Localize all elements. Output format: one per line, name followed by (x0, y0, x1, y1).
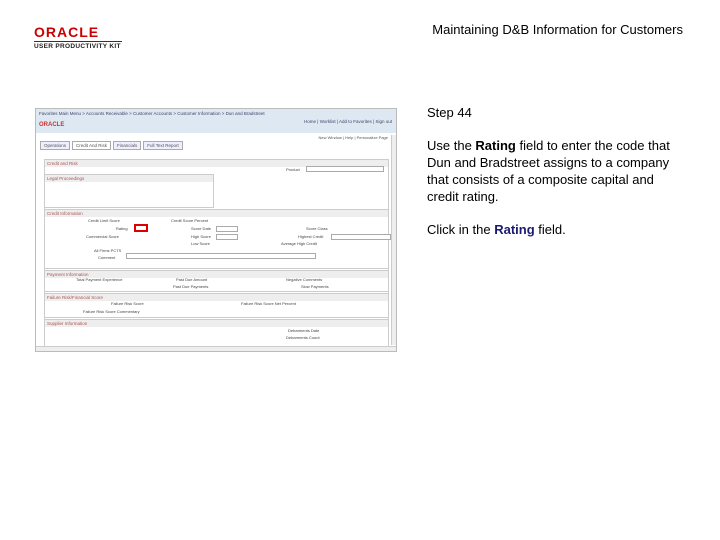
text: Click in the (427, 222, 495, 237)
score-date-field[interactable] (216, 226, 238, 232)
application-screenshot: Favorites Main Menu > Accounts Receivabl… (35, 108, 397, 352)
step-action: Click in the Rating field. (427, 221, 687, 238)
section-header: Legal Proceedings (45, 175, 213, 182)
field-name: Rating (494, 222, 535, 237)
app-logo: ORACLE (39, 122, 65, 128)
label: All Firms PCTS (94, 248, 122, 253)
vertical-scrollbar[interactable] (391, 135, 396, 345)
document-title: Maintaining D&B Information for Customer… (432, 22, 683, 37)
step-number: Step 44 (427, 105, 472, 120)
label: Credit Limit Score (88, 218, 120, 223)
rating-field-highlight[interactable] (134, 224, 148, 232)
label: Comment (98, 255, 116, 260)
label: Past Due Amount (176, 277, 208, 282)
text: field. (534, 222, 566, 237)
logo-product: USER PRODUCTIVITY KIT (34, 41, 122, 50)
label: Debarments Count (286, 335, 320, 340)
label: Debarments Date (288, 328, 320, 333)
label: High Score (191, 234, 211, 239)
label: Failure Risk Score (111, 301, 144, 306)
product-select[interactable] (306, 166, 384, 172)
label: Score Date (191, 226, 212, 231)
tab-full-text-report[interactable]: Full Text Report (143, 141, 183, 150)
section-failure-risk: Failure Risk/Financial Score (44, 293, 389, 318)
section-legal: Legal Proceedings (44, 174, 214, 208)
text: Use the (427, 138, 476, 153)
instruction-panel: Step 44 Use the Rating field to enter th… (427, 104, 687, 254)
comment-field[interactable] (126, 253, 316, 259)
app-header: Favorites Main Menu > Accounts Receivabl… (36, 109, 396, 133)
high-score-field[interactable] (216, 234, 238, 240)
step-description: Use the Rating field to enter the code t… (427, 137, 687, 205)
label: Negative Comments (286, 277, 323, 282)
label: Credit Score Percent (171, 218, 209, 223)
rating-label: Rating (116, 226, 128, 231)
label: Average High Credit (281, 241, 317, 246)
section-header: Failure Risk/Financial Score (45, 294, 388, 301)
label: Past Due Payments (173, 284, 209, 289)
page-links[interactable]: New Window | Help | Personalize Page (319, 135, 388, 140)
breadcrumb: Favorites Main Menu > Accounts Receivabl… (39, 111, 265, 116)
header-links[interactable]: Home | Worklist | Add to Favorites | Sig… (304, 119, 392, 124)
section-supplier: Supplier Information (44, 319, 389, 347)
label: Total Payment Experience (76, 277, 123, 282)
section-header: Supplier Information (45, 320, 388, 327)
logo-brand: ORACLE (34, 24, 100, 40)
label: Commercial Score (86, 234, 119, 239)
tab-financials[interactable]: Financials (113, 141, 142, 150)
label: Score Class (306, 226, 328, 231)
label: Low Score (191, 241, 210, 246)
tab-credit-and-risk[interactable]: Credit And Risk (72, 141, 112, 150)
tab-operations[interactable]: Operations (40, 141, 71, 150)
section-header: Credit Information (45, 210, 388, 217)
tab-bar: Operations Credit And Risk Financials Fu… (40, 141, 183, 150)
label: Slow Payments (301, 284, 329, 289)
label: Failure Risk Score Commentary (83, 309, 140, 314)
oracle-upk-logo: ORACLE USER PRODUCTIVITY KIT (34, 24, 122, 50)
product-label: Product (286, 167, 300, 172)
field-name: Rating (475, 138, 516, 153)
label: Highest Credit (298, 234, 324, 239)
label: Failure Risk Score Net Percent (241, 301, 296, 306)
horizontal-scrollbar[interactable] (36, 346, 396, 351)
highest-credit-field[interactable] (331, 234, 391, 240)
